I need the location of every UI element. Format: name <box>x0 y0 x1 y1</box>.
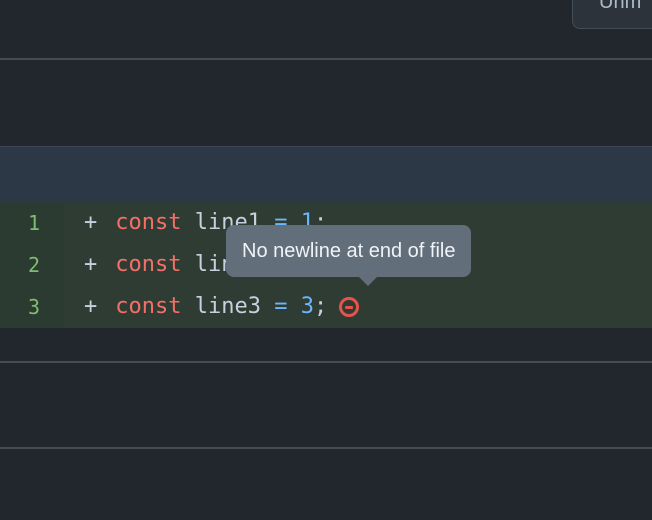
keyword: const <box>115 294 182 319</box>
divider <box>0 58 652 60</box>
line-number[interactable]: 3 <box>0 286 64 328</box>
added-marker: + <box>84 252 98 277</box>
no-newline-icon[interactable] <box>339 297 360 317</box>
code-line: + const line3 = 3 ; <box>64 286 652 328</box>
line-number[interactable]: 2 <box>0 244 64 286</box>
number-literal: 3 <box>300 294 314 319</box>
hunk-header[interactable] <box>0 146 652 202</box>
tooltip-arrow <box>358 276 378 286</box>
added-marker: + <box>84 210 98 235</box>
toolbar-button[interactable]: Unm <box>572 0 652 29</box>
operator: = <box>274 294 288 319</box>
semicolon: ; <box>313 294 328 319</box>
diff-line[interactable]: 3 + const line3 = 3 ; <box>0 286 652 328</box>
divider <box>0 361 652 363</box>
toolbar-button-label: Unm <box>599 0 642 13</box>
no-newline-tooltip: No newline at end of file <box>226 225 472 277</box>
diff-view: Unm 1 + const line1 = 1 ; 2 + const 3 + … <box>0 0 652 520</box>
identifier: line3 <box>194 294 261 319</box>
added-marker: + <box>84 294 98 319</box>
line-number[interactable]: 1 <box>0 202 64 244</box>
keyword: const <box>115 252 182 277</box>
divider <box>0 447 652 449</box>
keyword: const <box>115 210 182 235</box>
